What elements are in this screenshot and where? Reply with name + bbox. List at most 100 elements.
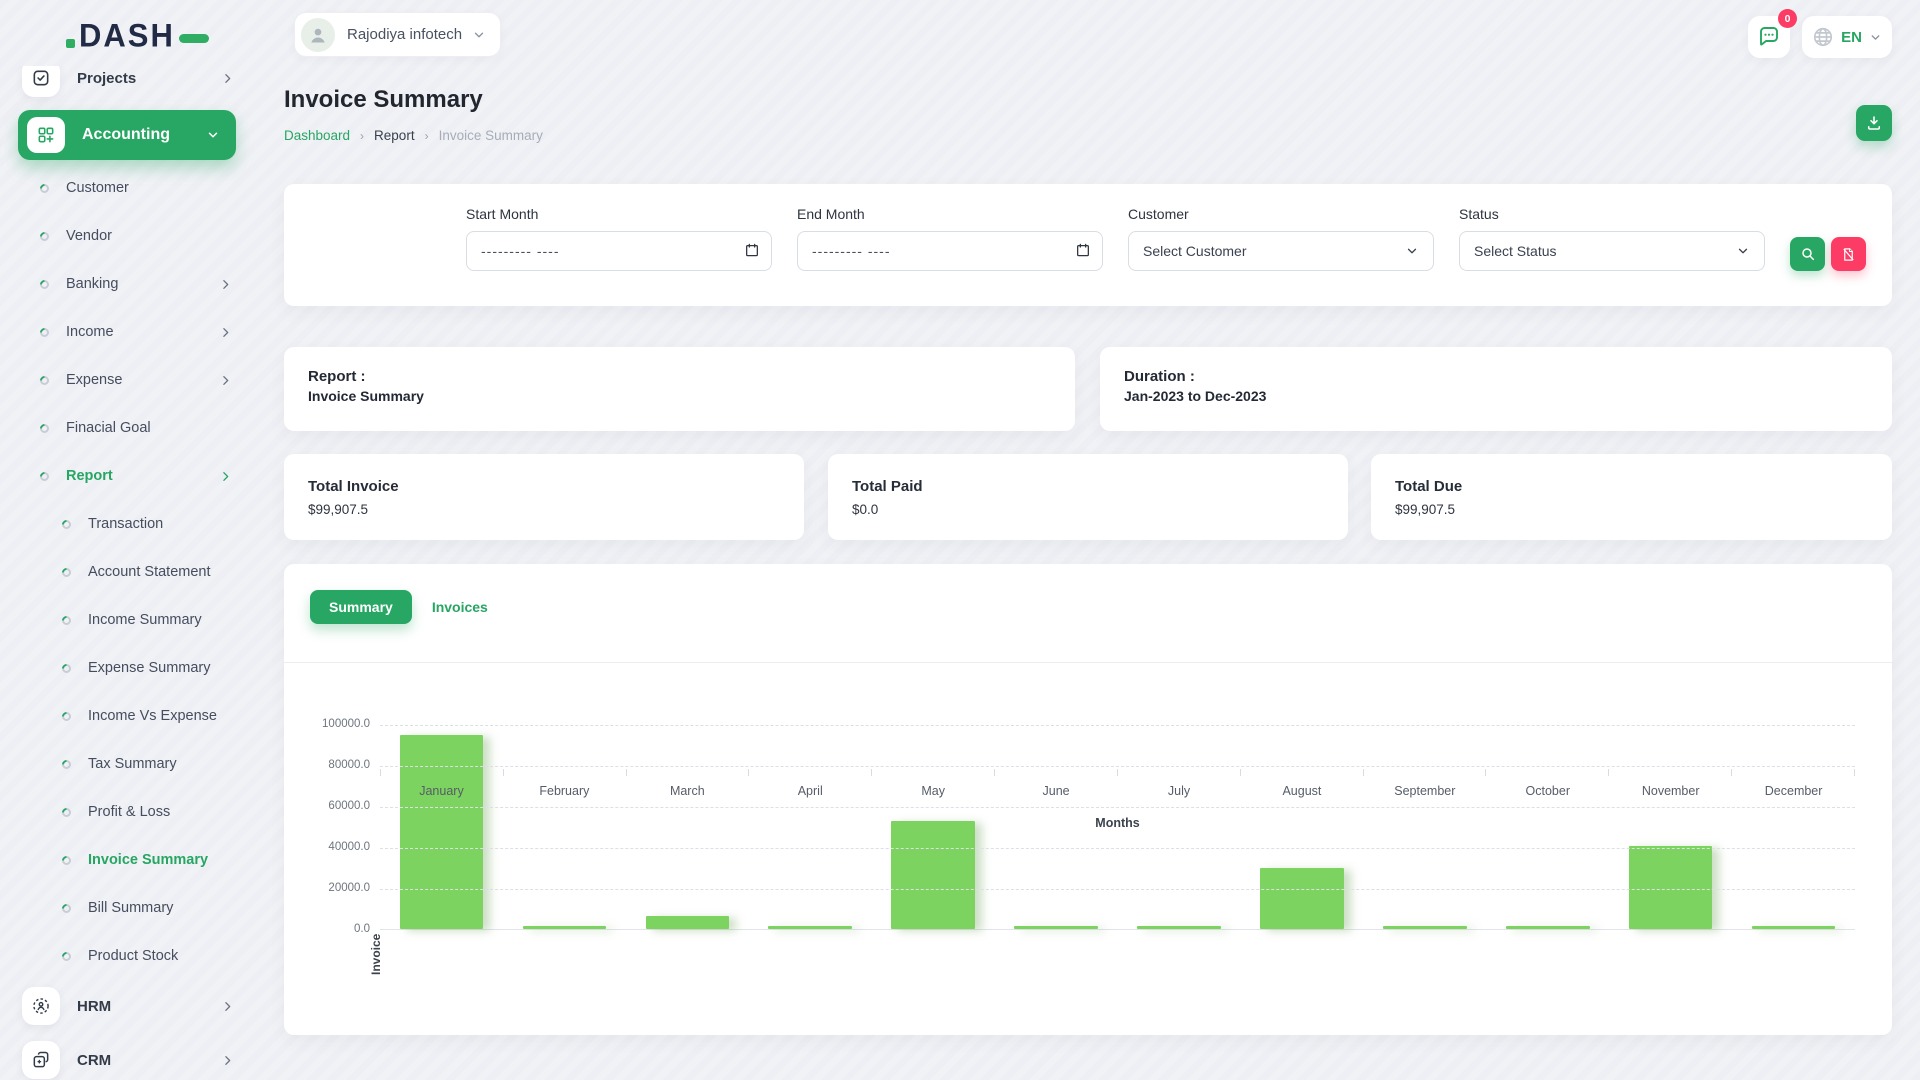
globe-icon [1812,26,1834,48]
page-title: Invoice Summary [284,86,483,114]
bar-february[interactable] [523,926,607,929]
sidebar-item-product-stock[interactable]: Product Stock [0,932,262,980]
gridline [380,807,1855,808]
bar-august[interactable] [1260,868,1344,930]
sidebar-item-expense[interactable]: Expense [0,356,262,404]
sidebar-item-account-statement[interactable]: Account Statement [0,548,262,596]
avatar [301,18,335,52]
messages-button[interactable]: 0 [1748,16,1790,58]
bar-january[interactable] [400,735,484,929]
sidebar-item-label: Transaction [88,516,163,532]
sidebar-item-label: Invoice Summary [88,852,208,868]
end-month-label: End Month [797,206,1103,222]
bullet-icon [60,806,73,819]
gridline [380,889,1855,890]
bar-september[interactable] [1383,926,1467,929]
crm-icon [22,1041,60,1079]
download-button[interactable] [1856,105,1892,141]
bullet-icon [38,422,51,435]
sidebar-item-projects[interactable]: Projects [0,66,262,100]
sidebar-item-expense-summary[interactable]: Expense Summary [0,644,262,692]
x-label-october: October [1486,784,1609,798]
bar-june[interactable] [1014,926,1098,929]
sidebar-group-accounting[interactable]: Accounting [18,110,236,160]
reset-filter-button[interactable] [1831,237,1866,271]
start-month-input[interactable] [466,231,772,271]
tick-mark [1241,769,1364,776]
sidebar-item-label: Customer [66,180,129,196]
x-label-march: March [626,784,749,798]
breadcrumb-dashboard[interactable]: Dashboard [284,128,350,143]
tick-mark [749,769,872,776]
app-logo[interactable]: DASH [66,18,209,54]
x-label-september: September [1363,784,1486,798]
sidebar-item-bill-summary[interactable]: Bill Summary [0,884,262,932]
tick-mark [872,769,995,776]
tab-summary[interactable]: Summary [310,590,412,624]
workspace-switcher[interactable]: Rajodiya infotech [294,12,501,57]
bar-july[interactable] [1137,926,1221,929]
search-button[interactable] [1790,237,1825,271]
sidebar-item-finacial-goal[interactable]: Finacial Goal [0,404,262,452]
sidebar-item-customer[interactable]: Customer [0,164,262,212]
sidebar-group-hrm[interactable]: HRM [0,984,262,1028]
chevron-right-icon [221,72,234,85]
bar-may[interactable] [891,821,975,929]
sidebar-item-label: Vendor [66,228,112,244]
bullet-icon [60,758,73,771]
gridline [380,725,1855,726]
sidebar-item-vendor[interactable]: Vendor [0,212,262,260]
breadcrumb-separator-icon: › [360,129,364,143]
sidebar-item-label: Report [66,468,113,484]
sidebar-item-label: Bill Summary [88,900,173,916]
customer-select[interactable]: Select Customer [1128,231,1434,271]
bar-december[interactable] [1752,926,1836,929]
bar-november[interactable] [1629,846,1713,929]
breadcrumb-report[interactable]: Report [374,128,415,143]
status-select[interactable]: Select Status [1459,231,1765,271]
person-icon [308,25,328,45]
tick-mark [1118,769,1241,776]
tick-mark [1364,769,1487,776]
bullet-icon [38,182,51,195]
sidebar-item-income-vs-expense[interactable]: Income Vs Expense [0,692,262,740]
language-selector[interactable]: EN [1802,16,1892,58]
sidebar-item-invoice-summary[interactable]: Invoice Summary [0,836,262,884]
sidebar-item-tax-summary[interactable]: Tax Summary [0,740,262,788]
chevron-down-icon [1405,244,1419,258]
sidebar-group-label: Accounting [82,126,170,144]
end-month-input[interactable] [797,231,1103,271]
sidebar-item-report[interactable]: Report [0,452,262,500]
sidebar-item-profit-loss[interactable]: Profit & Loss [0,788,262,836]
sidebar-item-income-summary[interactable]: Income Summary [0,596,262,644]
y-tick-label: 0.0 [290,923,370,935]
sidebar-item-banking[interactable]: Banking [0,260,262,308]
tab-invoices[interactable]: Invoices [432,599,488,615]
tick-mark [1732,769,1855,776]
chevron-right-icon [221,1054,234,1067]
bar-october[interactable] [1506,926,1590,929]
y-tick-label: 60000.0 [290,800,370,812]
divider [284,662,1892,663]
total-due-card: Total Due $99,907.5 [1371,454,1892,540]
total-due-label: Total Due [1395,478,1868,495]
bar-april[interactable] [768,926,852,929]
status-label: Status [1459,206,1765,222]
sidebar-item-income[interactable]: Income [0,308,262,356]
tick-mark [627,769,750,776]
gridline [380,848,1855,849]
x-label-november: November [1609,784,1732,798]
sidebar-item-label: Expense Summary [88,660,211,676]
breadcrumb-separator-icon: › [425,129,429,143]
hrm-icon [22,987,60,1025]
bar-march[interactable] [646,916,730,929]
topbar: DASH Rajodiya infotech 0 EN [0,0,1920,66]
sidebar-item-transaction[interactable]: Transaction [0,500,262,548]
chevron-down-icon [1736,244,1750,258]
main-content: Invoice Summary Dashboard › Report › Inv… [284,66,1892,1080]
breadcrumb: Dashboard › Report › Invoice Summary [284,128,543,143]
tick-mark [1609,769,1732,776]
x-label-july: July [1118,784,1241,798]
chevron-down-icon [472,28,486,42]
sidebar-group-crm[interactable]: CRM [0,1038,262,1080]
